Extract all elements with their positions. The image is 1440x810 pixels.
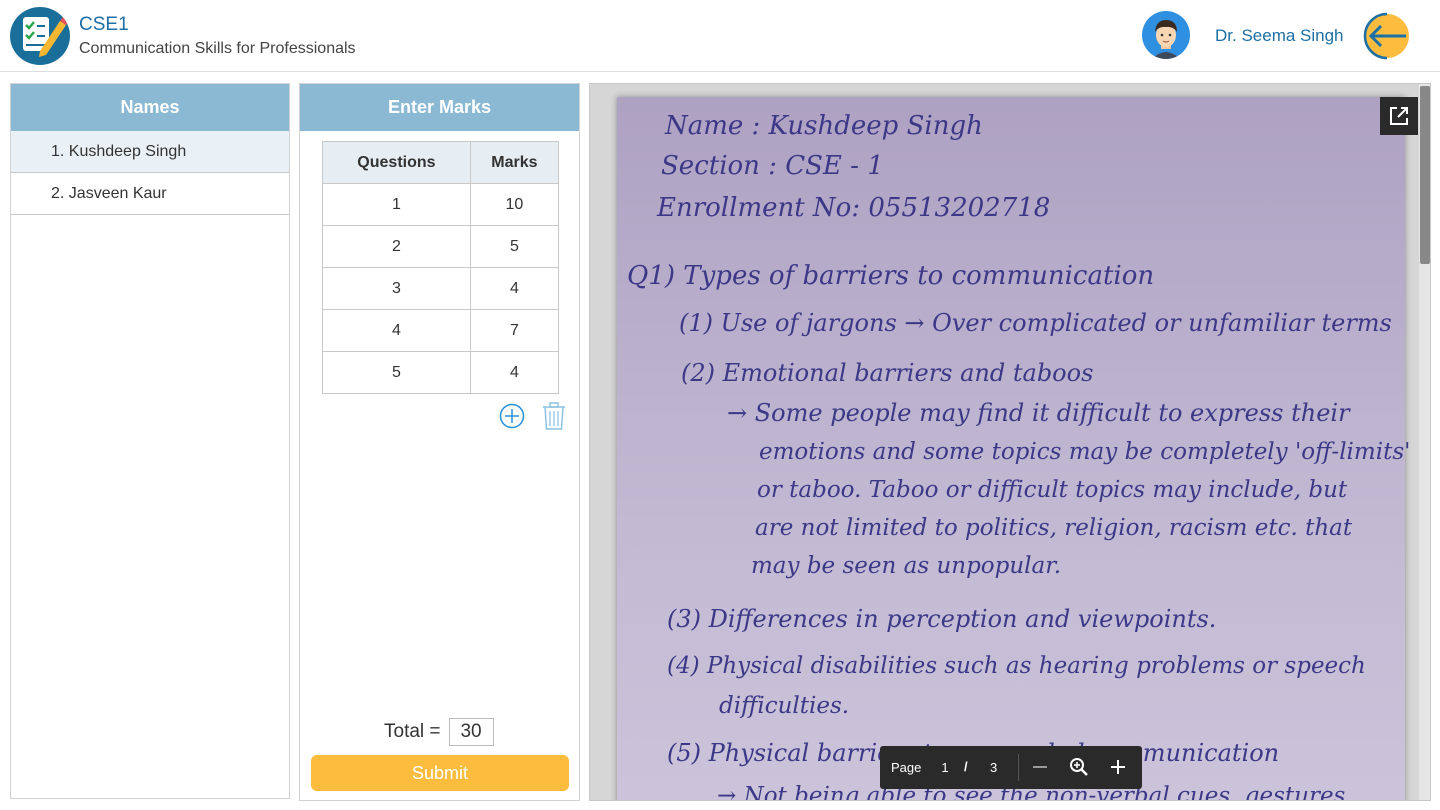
student-item-kushdeep-singh[interactable]: 1. Kushdeep Singh [11, 131, 289, 173]
handwritten-line: Section : CSE - 1 [661, 151, 884, 181]
handwritten-line: Name : Kushdeep Singh [665, 111, 983, 141]
handwritten-line: are not limited to politics, religion, r… [755, 515, 1353, 541]
total-row: Total = [384, 718, 494, 746]
handwritten-line: may be seen as unpopular. [751, 553, 1062, 579]
zoom-in-icon[interactable] [1107, 756, 1129, 778]
marks-table: Questions Marks 1 10 2 5 3 4 4 7 5 4 [322, 141, 560, 394]
names-panel: Names 1. Kushdeep Singh 2. Jasveen Kaur [10, 83, 290, 799]
marks-panel-title: Enter Marks [300, 84, 579, 131]
handwritten-line: Q1) Types of barriers to communication [627, 261, 1155, 291]
submit-button[interactable]: Submit [311, 755, 569, 791]
handwritten-line: → Some people may find it difficult to e… [727, 399, 1350, 427]
handwritten-line: (3) Differences in perception and viewpo… [667, 605, 1217, 633]
marks-panel: Enter Marks Questions Marks 1 10 2 5 3 4… [299, 83, 580, 801]
handwritten-line: emotions and some topics may be complete… [759, 439, 1411, 465]
page-separator: / [964, 759, 968, 774]
page-label: Page [891, 760, 922, 775]
zoom-out-icon[interactable] [1029, 756, 1051, 778]
marks-cell[interactable]: 4 [469, 351, 560, 394]
add-circle-icon[interactable] [499, 403, 525, 429]
page-toolbar: Page 1 / 3 [880, 746, 1142, 789]
current-page[interactable]: 1 [938, 760, 952, 775]
total-pages: 3 [990, 760, 998, 775]
table-row: 4 7 [322, 309, 560, 352]
user-avatar-icon[interactable] [1142, 11, 1190, 59]
scrollbar-thumb[interactable] [1420, 86, 1430, 264]
handwritten-line: or taboo. Taboo or difficult topics may … [757, 477, 1348, 503]
handwritten-line: (4) Physical disabilities such as hearin… [667, 653, 1366, 679]
viewer-scrollbar[interactable] [1419, 84, 1430, 800]
question-number: 2 [322, 225, 471, 268]
table-row: 3 4 [322, 267, 560, 310]
back-arrow-icon[interactable] [1362, 11, 1412, 61]
names-panel-title: Names [11, 84, 289, 131]
table-row: 2 5 [322, 225, 560, 268]
total-label: Total = [384, 721, 441, 742]
course-name: Communication Skills for Professionals [79, 40, 356, 57]
marks-cell[interactable]: 7 [469, 309, 560, 352]
question-number: 1 [322, 183, 471, 226]
marks-cell[interactable]: 5 [469, 225, 560, 268]
question-number: 4 [322, 309, 471, 352]
answer-sheet-page: Name : Kushdeep Singh Section : CSE - 1 … [617, 97, 1410, 800]
toolbar-divider [1018, 754, 1019, 781]
table-row: 1 10 [322, 183, 560, 226]
question-number: 3 [322, 267, 471, 310]
app-header: CSE1 Communication Skills for Profession… [0, 0, 1440, 72]
marks-cell[interactable]: 4 [469, 267, 560, 310]
table-row: 5 4 [322, 351, 560, 394]
course-code: CSE1 [79, 14, 129, 35]
student-item-jasveen-kaur[interactable]: 2. Jasveen Kaur [11, 173, 289, 215]
document-viewer[interactable]: Name : Kushdeep Singh Section : CSE - 1 … [589, 83, 1431, 801]
handwritten-line: (2) Emotional barriers and taboos [681, 359, 1094, 387]
zoom-icon[interactable] [1068, 756, 1090, 778]
column-header-marks: Marks [469, 141, 560, 184]
handwritten-line: Enrollment No: 05513202718 [657, 193, 1051, 223]
popout-icon[interactable] [1380, 97, 1418, 135]
handwritten-line: difficulties. [719, 693, 850, 719]
user-name: Dr. Seema Singh [1215, 26, 1344, 45]
checklist-logo-icon [10, 7, 70, 65]
question-number: 5 [322, 351, 471, 394]
total-field[interactable] [448, 718, 494, 746]
column-header-questions: Questions [322, 141, 471, 184]
marks-table-header: Questions Marks [322, 141, 560, 184]
trash-icon[interactable] [542, 402, 566, 430]
marks-cell[interactable]: 10 [469, 183, 560, 226]
handwritten-line: (1) Use of jargons → Over complicated or… [679, 309, 1392, 337]
